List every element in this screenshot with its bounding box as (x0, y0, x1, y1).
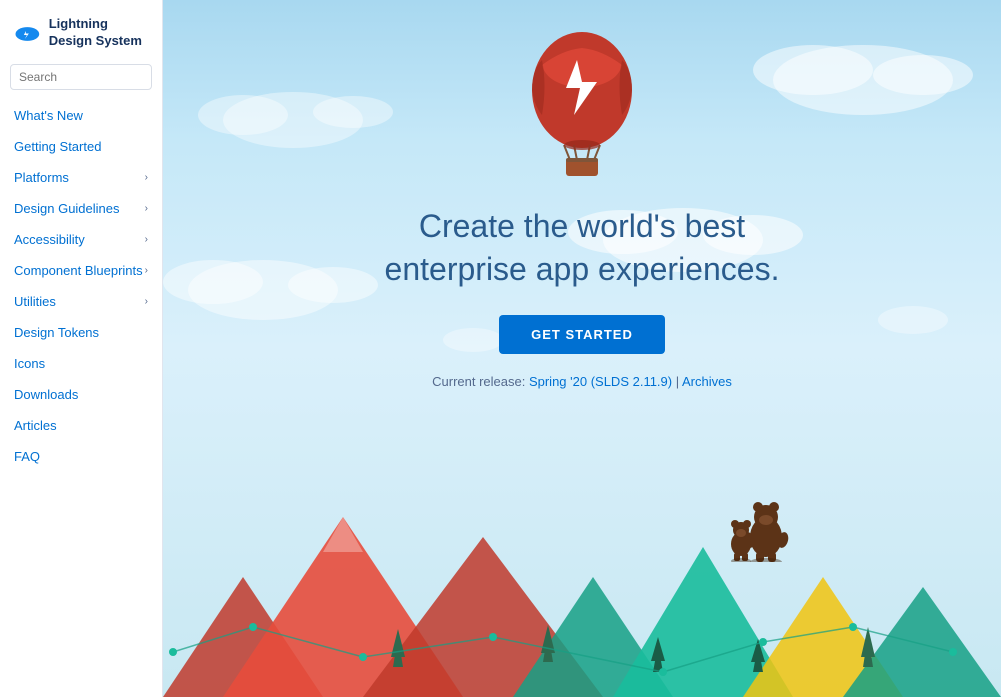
sidebar-label-5: Component Blueprints (14, 263, 143, 278)
sidebar-item-7: Design Tokens (0, 317, 162, 348)
chevron-right-icon: › (145, 203, 148, 214)
sidebar-item-10: Articles (0, 410, 162, 441)
sidebar-link-2[interactable]: Platforms › (0, 162, 162, 193)
sidebar-item-9: Downloads (0, 379, 162, 410)
sidebar-item-4: Accessibility › (0, 224, 162, 255)
release-info: Current release: Spring '20 (SLDS 2.11.9… (432, 374, 732, 389)
chevron-right-icon: › (145, 265, 148, 276)
sidebar-link-9[interactable]: Downloads (0, 379, 162, 410)
sidebar-link-11[interactable]: FAQ (0, 441, 162, 472)
sidebar-label-4: Accessibility (14, 232, 85, 247)
sidebar-label-11: FAQ (14, 449, 40, 464)
sidebar-item-6: Utilities › (0, 286, 162, 317)
sidebar-label-9: Downloads (14, 387, 78, 402)
main-content: Create the world's best enterprise app e… (163, 0, 1001, 697)
salesforce-logo (14, 18, 41, 48)
sidebar-link-8[interactable]: Icons (0, 348, 162, 379)
get-started-button[interactable]: GET STARTED (499, 315, 665, 354)
chevron-right-icon: › (145, 234, 148, 245)
sidebar-label-8: Icons (14, 356, 45, 371)
sidebar-item-2: Platforms › (0, 162, 162, 193)
sidebar-title: Lightning Design System (49, 16, 148, 50)
archives-link[interactable]: Archives (682, 374, 732, 389)
release-link[interactable]: Spring '20 (SLDS 2.11.9) (529, 374, 672, 389)
sidebar-link-5[interactable]: Component Blueprints› (0, 255, 162, 286)
sidebar-label-6: Utilities (14, 294, 56, 309)
search-input[interactable] (10, 64, 152, 90)
bears-svg (711, 482, 791, 562)
sidebar-item-3: Design Guidelines › (0, 193, 162, 224)
sidebar-label-1: Getting Started (14, 139, 101, 154)
sidebar-label-10: Articles (14, 418, 57, 433)
hero-section: Create the world's best enterprise app e… (163, 0, 1001, 389)
release-prefix: Current release: (432, 374, 529, 389)
sidebar-label-7: Design Tokens (14, 325, 99, 340)
sidebar: Lightning Design System What's New Gettin… (0, 0, 163, 697)
sidebar-link-6[interactable]: Utilities › (0, 286, 162, 317)
sidebar-link-1[interactable]: Getting Started (0, 131, 162, 162)
sidebar-link-0[interactable]: What's New (0, 100, 162, 131)
sidebar-link-3[interactable]: Design Guidelines › (0, 193, 162, 224)
hero-headline: Create the world's best enterprise app e… (385, 205, 780, 291)
sidebar-label-0: What's New (14, 108, 83, 123)
chevron-right-icon: › (145, 172, 148, 183)
sidebar-item-1: Getting Started (0, 131, 162, 162)
sidebar-item-8: Icons (0, 348, 162, 379)
sidebar-item-11: FAQ (0, 441, 162, 472)
bears-illustration (711, 482, 791, 567)
sidebar-label-2: Platforms (14, 170, 69, 185)
network-decoration (163, 377, 1001, 697)
sidebar-item-0: What's New (0, 100, 162, 131)
logo-area: Lightning Design System (0, 0, 162, 58)
balloon-svg (522, 20, 642, 180)
balloon-illustration (522, 20, 642, 185)
sidebar-link-10[interactable]: Articles (0, 410, 162, 441)
sidebar-link-4[interactable]: Accessibility › (0, 224, 162, 255)
sidebar-label-3: Design Guidelines (14, 201, 120, 216)
sidebar-link-7[interactable]: Design Tokens (0, 317, 162, 348)
chevron-right-icon: › (145, 296, 148, 307)
sidebar-item-5: Component Blueprints› (0, 255, 162, 286)
sidebar-nav: What's NewGetting StartedPlatforms›Desig… (0, 100, 162, 697)
